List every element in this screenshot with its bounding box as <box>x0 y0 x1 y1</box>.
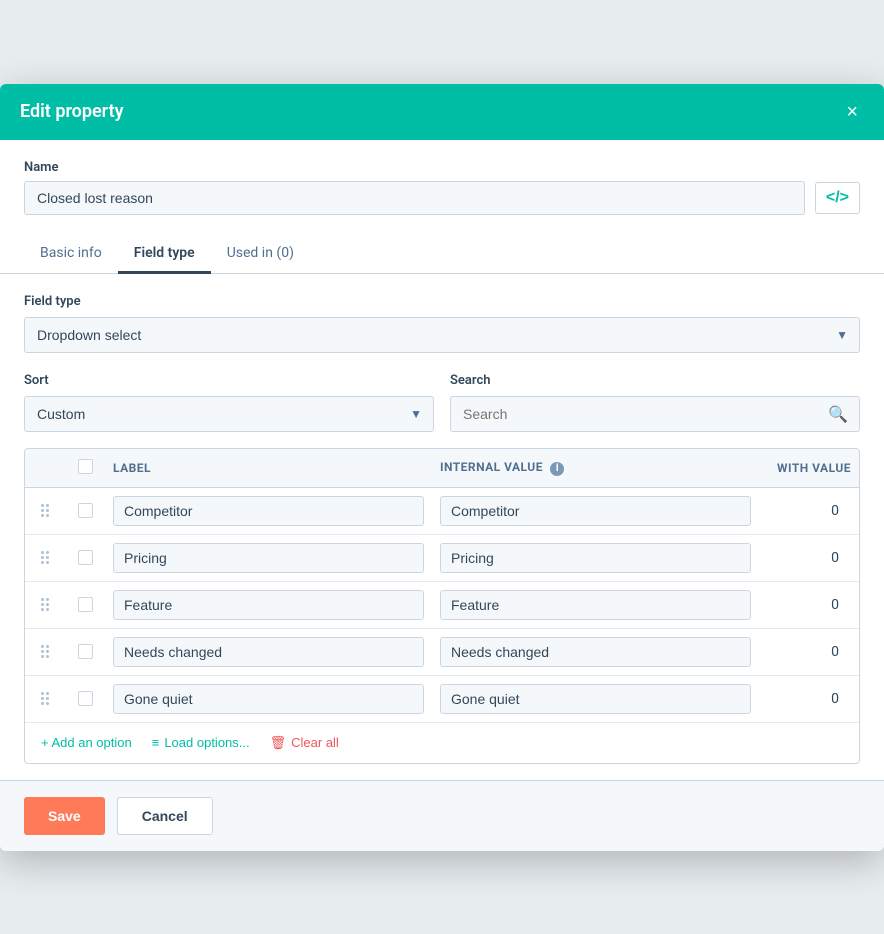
modal-footer: Save Cancel <box>0 780 884 851</box>
tab-used-in[interactable]: Used in (0) <box>211 235 310 274</box>
tabs-container: Basic info Field type Used in (0) <box>0 235 884 274</box>
close-button[interactable]: × <box>840 100 864 124</box>
th-with-value: WITH VALUE <box>759 461 859 475</box>
internal-value-cell-3 <box>432 637 759 667</box>
internal-value-input-0[interactable] <box>440 496 751 526</box>
with-value-cell-1: 0 <box>759 550 859 566</box>
label-input-1[interactable] <box>113 543 424 573</box>
name-input[interactable] <box>24 181 805 215</box>
cancel-button[interactable]: Cancel <box>117 797 213 835</box>
sort-search-row: Sort Custom ▼ Search 🔍 <box>24 373 860 432</box>
internal-value-input-2[interactable] <box>440 590 751 620</box>
row-checkbox-1[interactable] <box>78 550 93 565</box>
field-type-wrapper: Dropdown select ▼ <box>24 317 860 353</box>
sort-wrapper: Custom ▼ <box>24 396 434 432</box>
with-value-cell-0: 0 <box>759 503 859 519</box>
modal-body: Name </> Basic info Field type Used in (… <box>0 140 884 764</box>
table-header: LABEL INTERNAL VALUE i WITH VALUE <box>25 449 859 488</box>
select-all-checkbox[interactable] <box>78 459 93 474</box>
load-options-button[interactable]: ≡ Load options... <box>152 735 250 750</box>
internal-value-input-1[interactable] <box>440 543 751 573</box>
tab-field-type[interactable]: Field type <box>118 235 211 274</box>
drag-handle-2[interactable] <box>25 598 65 611</box>
label-input-3[interactable] <box>113 637 424 667</box>
save-button[interactable]: Save <box>24 797 105 835</box>
row-checkbox-2[interactable] <box>78 597 93 612</box>
row-checkbox-3[interactable] <box>78 644 93 659</box>
search-wrapper: 🔍 <box>450 396 860 432</box>
row-checkbox-cell-3 <box>65 644 105 659</box>
table-row: 0 <box>25 676 859 722</box>
options-table: LABEL INTERNAL VALUE i WITH VALUE <box>24 448 860 764</box>
add-option-button[interactable]: + Add an option <box>41 735 132 750</box>
sort-select[interactable]: Custom <box>24 396 434 432</box>
row-checkbox-cell-0 <box>65 503 105 518</box>
modal-header: Edit property × <box>0 84 884 140</box>
search-input[interactable] <box>450 396 860 432</box>
table-row: 0 <box>25 535 859 582</box>
internal-value-input-4[interactable] <box>440 684 751 714</box>
table-row: 0 <box>25 629 859 676</box>
label-input-0[interactable] <box>113 496 424 526</box>
table-row: 0 <box>25 488 859 535</box>
field-type-label: Field type <box>24 294 860 309</box>
label-input-4[interactable] <box>113 684 424 714</box>
internal-value-info-icon[interactable]: i <box>550 462 564 476</box>
load-icon: ≡ <box>152 735 160 750</box>
with-value-cell-2: 0 <box>759 597 859 613</box>
clear-all-button[interactable]: 🗑 Clear all <box>270 735 339 751</box>
internal-value-cell-0 <box>432 496 759 526</box>
th-check <box>65 459 105 477</box>
name-row: </> <box>24 181 860 215</box>
row-checkbox-0[interactable] <box>78 503 93 518</box>
search-label: Search <box>450 373 860 388</box>
name-label: Name <box>24 160 860 175</box>
drag-handle-0[interactable] <box>25 504 65 517</box>
drag-handle-1[interactable] <box>25 551 65 564</box>
internal-value-cell-2 <box>432 590 759 620</box>
drag-handle-4[interactable] <box>25 692 65 705</box>
internal-value-cell-4 <box>432 684 759 714</box>
label-cell-3 <box>105 637 432 667</box>
table-footer: + Add an option ≡ Load options... 🗑 Clea… <box>25 722 859 763</box>
row-checkbox-cell-4 <box>65 691 105 706</box>
row-checkbox-cell-1 <box>65 550 105 565</box>
row-checkbox-4[interactable] <box>78 691 93 706</box>
with-value-cell-3: 0 <box>759 644 859 660</box>
with-value-cell-4: 0 <box>759 691 859 707</box>
search-column: Search 🔍 <box>450 373 860 432</box>
sort-column: Sort Custom ▼ <box>24 373 434 432</box>
internal-value-cell-1 <box>432 543 759 573</box>
modal-title: Edit property <box>20 101 124 122</box>
code-icon: </> <box>826 189 849 206</box>
label-cell-4 <box>105 684 432 714</box>
edit-property-modal: Edit property × Name </> Basic info Fiel… <box>0 84 884 851</box>
table-row: 0 <box>25 582 859 629</box>
label-cell-0 <box>105 496 432 526</box>
label-cell-1 <box>105 543 432 573</box>
sort-label: Sort <box>24 373 434 388</box>
drag-handle-3[interactable] <box>25 645 65 658</box>
label-input-2[interactable] <box>113 590 424 620</box>
th-label: LABEL <box>105 461 432 475</box>
tab-basic-info[interactable]: Basic info <box>24 235 118 274</box>
trash-icon: 🗑 <box>270 735 287 751</box>
th-internal-value: INTERNAL VALUE i <box>432 460 759 476</box>
field-type-section: Field type Dropdown select ▼ <box>24 274 860 373</box>
code-icon-button[interactable]: </> <box>815 182 860 214</box>
internal-value-input-3[interactable] <box>440 637 751 667</box>
field-type-select[interactable]: Dropdown select <box>24 317 860 353</box>
table-rows-container: 0 0 <box>25 488 859 722</box>
row-checkbox-cell-2 <box>65 597 105 612</box>
label-cell-2 <box>105 590 432 620</box>
